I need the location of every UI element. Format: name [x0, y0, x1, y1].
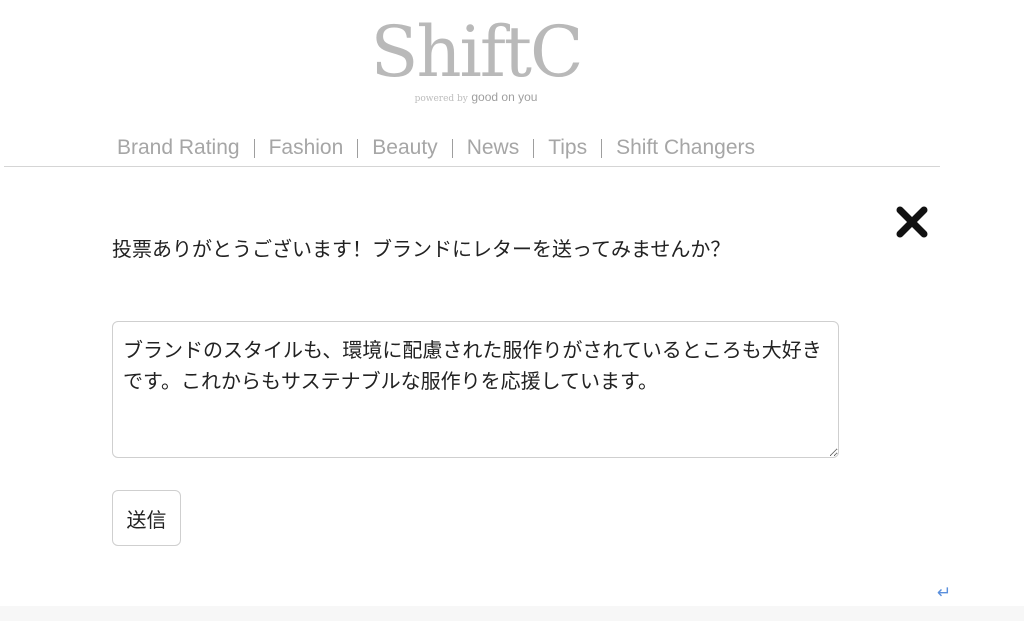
nav-item-tips[interactable]: Tips [534, 136, 601, 160]
page: ShiftC powered by good on you Brand Rati… [0, 0, 1024, 621]
return-arrow-icon: ↵ [937, 583, 952, 603]
logo-powered-text: powered by [414, 94, 468, 104]
nav-item-shift-changers[interactable]: Shift Changers [602, 136, 769, 160]
nav-item-brand-rating[interactable]: Brand Rating [103, 136, 254, 160]
send-button[interactable]: 送信 [112, 490, 181, 546]
close-icon[interactable] [893, 203, 931, 241]
letter-textarea[interactable] [112, 321, 839, 458]
logo-wordmark: ShiftC [370, 11, 583, 93]
nav-item-news[interactable]: News [453, 136, 534, 160]
page-footer-band [0, 606, 1024, 621]
shiftc-logo[interactable]: ShiftC powered by good on you [360, 14, 592, 110]
logo-partner-text: good on you [471, 90, 538, 104]
close-x-icon [896, 206, 928, 238]
logo-tagline: powered by good on you [360, 91, 592, 105]
letter-prompt: 投票ありがとうございます！ブランドにレターを送ってみませんか？ [112, 237, 731, 261]
nav-item-fashion[interactable]: Fashion [255, 136, 358, 160]
nav-item-beauty[interactable]: Beauty [358, 136, 451, 160]
header-divider [4, 166, 940, 167]
main-nav: Brand Rating Fashion Beauty News Tips Sh… [103, 134, 769, 162]
